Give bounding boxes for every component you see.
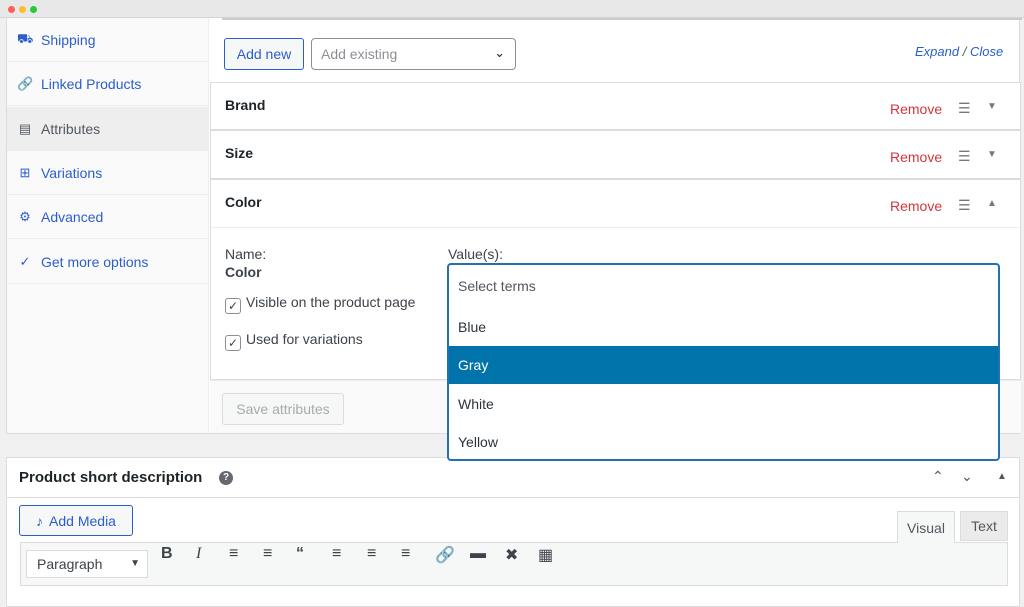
tab-advanced[interactable]: ⚙ Advanced <box>7 195 209 239</box>
plugin-icon: ✓ <box>19 253 31 269</box>
select-value: Paragraph <box>37 556 103 572</box>
attribute-size[interactable]: Size Remove ☰ ▼ <box>210 130 1021 179</box>
fullscreen-icon[interactable]: ✖ <box>505 545 518 565</box>
expand-link[interactable]: Expand <box>915 44 959 59</box>
link-icon[interactable]: 🔗 <box>435 545 455 565</box>
chevron-down-icon: ▼ <box>130 558 140 569</box>
chevron-down-icon[interactable]: ▼ <box>987 101 997 112</box>
tab-get-more-options[interactable]: ✓ Get more options <box>7 240 209 284</box>
name-value: Color <box>225 264 262 280</box>
dropdown-option[interactable]: Blue <box>449 308 998 346</box>
tab-label: Variations <box>41 164 103 181</box>
dropdown-option[interactable]: White <box>449 385 998 423</box>
list-icon: ▤ <box>18 120 32 136</box>
drag-handle-icon[interactable]: ☰ <box>958 100 971 117</box>
checkmark-icon: ✓ <box>225 335 241 351</box>
save-attributes-button[interactable]: Save attributes <box>222 393 344 425</box>
checkbox-label: Used for variations <box>246 331 363 347</box>
toolbar-toggle-icon[interactable]: ▦ <box>538 545 553 565</box>
collapse-icon[interactable]: ▲ <box>997 471 1007 482</box>
align-right-icon[interactable]: ≡ <box>401 545 410 563</box>
checkbox-label: Visible on the product page <box>246 294 416 310</box>
chevron-down-icon: ⌄ <box>494 45 505 60</box>
attribute-name: Color <box>225 194 262 210</box>
separator: / <box>959 44 970 59</box>
add-new-button[interactable]: Add new <box>224 38 304 70</box>
tab-attributes[interactable]: ▤ Attributes <box>7 107 209 151</box>
blockquote-icon[interactable]: “ <box>296 545 304 563</box>
box-title: Product short description <box>19 469 203 486</box>
values-label: Value(s): <box>448 246 503 262</box>
chevron-up-icon[interactable]: ▲ <box>987 198 997 209</box>
tab-label: Linked Products <box>41 75 142 92</box>
tab-label: Attributes <box>41 120 101 137</box>
close-window-button[interactable] <box>8 6 15 13</box>
grid-icon: ⊞ <box>19 164 31 180</box>
drag-handle-icon[interactable]: ☰ <box>958 148 971 165</box>
visible-checkbox[interactable]: ✓ Visible on the product page <box>225 294 415 314</box>
add-existing-select[interactable]: Add existing ⌄ <box>311 38 516 70</box>
tab-linked-products[interactable]: 🔗 Linked Products <box>7 62 209 106</box>
bold-icon[interactable]: B <box>161 545 173 563</box>
dropdown-option-highlighted[interactable]: Gray <box>449 346 998 384</box>
terms-dropdown[interactable]: Select terms Blue Gray White Yellow <box>447 263 1000 461</box>
terms-search-input[interactable]: Select terms <box>449 267 998 305</box>
tab-label: Get more options <box>41 253 149 270</box>
maximize-window-button[interactable] <box>30 6 37 13</box>
dropdown-option[interactable]: Yellow <box>449 423 998 461</box>
italic-icon[interactable]: I <box>196 545 201 563</box>
move-down-icon[interactable]: ⌄ <box>961 468 973 485</box>
tab-visual[interactable]: Visual <box>897 511 955 543</box>
product-data-tabs: ⛟ Shipping 🔗 Linked Products ▤ Attributes ⊞… <box>7 18 209 433</box>
read-more-icon[interactable]: ▬ <box>470 545 486 563</box>
select-value: Add existing <box>321 46 398 62</box>
remove-link[interactable]: Remove <box>890 149 942 165</box>
drag-handle-icon[interactable]: ☰ <box>958 197 971 214</box>
attribute-name: Brand <box>225 97 266 113</box>
align-center-icon[interactable]: ≡ <box>367 545 376 563</box>
tab-text[interactable]: Text <box>960 511 1008 541</box>
close-link[interactable]: Close <box>970 44 1003 59</box>
format-select[interactable]: Paragraph ▼ <box>26 550 148 578</box>
link-icon: 🔗 <box>17 75 34 91</box>
button-label: Add Media <box>49 512 116 529</box>
checkmark-icon: ✓ <box>225 298 241 314</box>
media-icon: ♪ <box>36 512 44 529</box>
truck-icon: ⛟ <box>17 30 34 46</box>
help-icon[interactable]: ? <box>219 471 233 485</box>
numbered-list-icon[interactable]: ≡ <box>263 545 272 563</box>
remove-link[interactable]: Remove <box>890 101 942 117</box>
variations-checkbox[interactable]: ✓ Used for variations <box>225 331 363 351</box>
tab-label: Advanced <box>41 208 104 225</box>
tab-shipping[interactable]: ⛟ Shipping <box>7 18 209 62</box>
divider <box>222 18 1022 20</box>
attribute-brand[interactable]: Brand Remove ☰ ▼ <box>210 82 1021 130</box>
gear-icon: ⚙ <box>19 208 31 224</box>
minimize-window-button[interactable] <box>19 6 26 13</box>
move-up-icon[interactable]: ⌃ <box>932 468 944 485</box>
attribute-name: Size <box>225 145 254 161</box>
tab-label: Shipping <box>41 31 96 48</box>
remove-link[interactable]: Remove <box>890 198 942 214</box>
window-titlebar <box>0 0 1024 18</box>
add-media-button[interactable]: ♪ Add Media <box>19 505 133 536</box>
align-left-icon[interactable]: ≡ <box>332 545 341 563</box>
tab-variations[interactable]: ⊞ Variations <box>7 151 209 195</box>
name-label: Name: <box>225 246 267 262</box>
chevron-down-icon[interactable]: ▼ <box>987 149 997 160</box>
bullet-list-icon[interactable]: ≡ <box>229 545 238 563</box>
